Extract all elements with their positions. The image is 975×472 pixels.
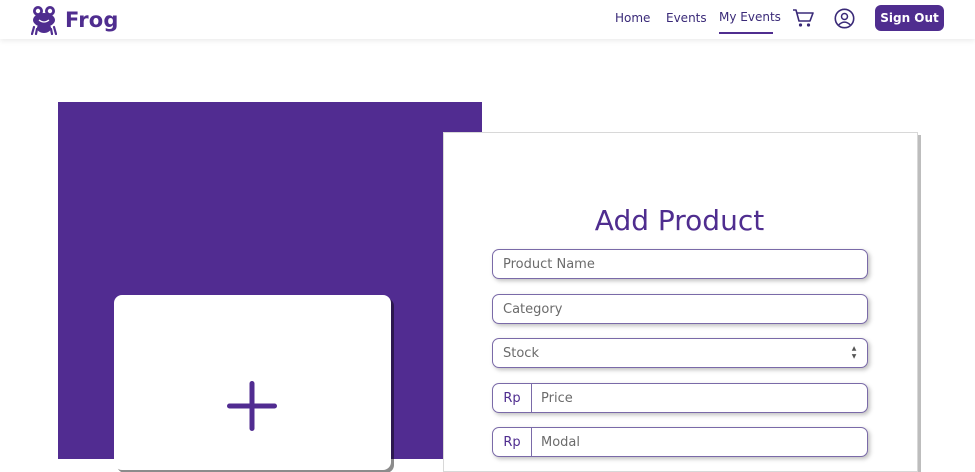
stock-input[interactable] <box>492 338 868 368</box>
product-name-input[interactable] <box>492 249 868 279</box>
nav-link-home[interactable]: Home <box>615 11 650 25</box>
cart-icon[interactable] <box>792 8 814 28</box>
price-input-group: Rp <box>492 383 868 413</box>
nav-link-events[interactable]: Events <box>666 11 707 25</box>
navbar: Frog Home Events My Events Sign Out <box>0 0 975 39</box>
sign-out-button[interactable]: Sign Out <box>875 5 944 31</box>
modal-currency-prefix: Rp <box>493 428 532 456</box>
nav-link-my-events[interactable]: My Events <box>719 10 781 24</box>
modal-input-group: Rp <box>492 427 868 457</box>
modal-input[interactable] <box>532 428 867 456</box>
price-input[interactable] <box>532 384 867 412</box>
stock-stepper[interactable]: ▲ ▼ <box>850 345 858 361</box>
user-circle-icon[interactable] <box>834 8 855 29</box>
category-input[interactable] <box>492 294 868 324</box>
form-title: Add Product <box>594 204 765 237</box>
active-nav-indicator <box>719 32 773 34</box>
brand[interactable]: Frog <box>31 5 119 35</box>
price-currency-prefix: Rp <box>493 384 532 412</box>
frog-logo-icon <box>31 6 57 35</box>
plus-icon[interactable] <box>227 381 277 431</box>
brand-name: Frog <box>65 8 119 32</box>
